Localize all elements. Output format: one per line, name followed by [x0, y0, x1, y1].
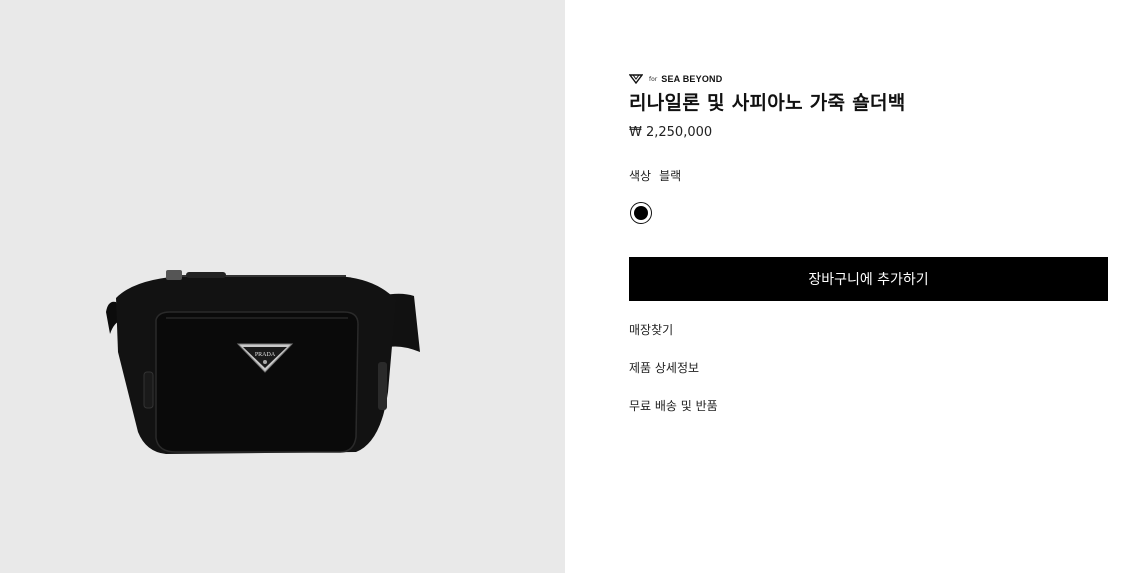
- shipping-returns-link[interactable]: 무료 배송 및 반품: [629, 397, 718, 414]
- color-selection-row: 색상 블랙: [629, 167, 681, 184]
- color-label: 색상: [629, 169, 652, 183]
- product-image[interactable]: PRADA: [96, 262, 426, 462]
- plaque-logo-text: PRADA: [255, 352, 276, 358]
- product-info-panel: for SEA BEYOND 리나일론 및 사피아노 가죽 숄더백 ₩ 2,25…: [565, 0, 1144, 573]
- heart-diamond-icon: [629, 74, 643, 84]
- color-value: 블랙: [659, 169, 682, 183]
- product-price: ₩ 2,250,000: [629, 125, 713, 140]
- product-gallery: PRADA: [0, 0, 565, 573]
- color-swatch-black[interactable]: [630, 202, 652, 224]
- product-page: PRADA for SEA BEYOND 리나일론 및 사피아노 가죽 숄더백 …: [0, 0, 1144, 573]
- add-to-cart-button[interactable]: 장바구니에 추가하기: [629, 257, 1108, 301]
- product-title: 리나일론 및 사피아노 가죽 숄더백: [629, 92, 906, 114]
- product-details-link[interactable]: 제품 상세정보: [629, 359, 699, 376]
- find-store-link[interactable]: 매장찾기: [629, 321, 673, 338]
- sea-beyond-logo: for SEA BEYOND: [629, 72, 722, 86]
- brand-for-label: for: [649, 75, 658, 83]
- brand-logo-text: SEA BEYOND: [661, 74, 723, 84]
- swatch-dot: [634, 206, 648, 220]
